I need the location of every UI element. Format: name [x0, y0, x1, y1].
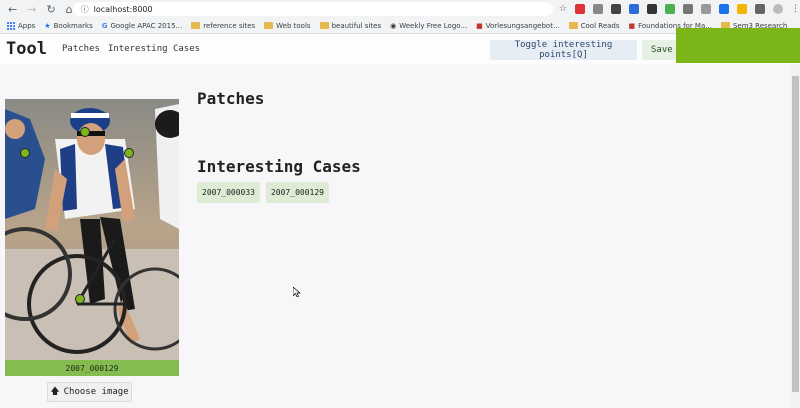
apps-grid-icon	[7, 21, 15, 30]
forward-icon[interactable]: →	[27, 3, 36, 16]
interesting-point-marker[interactable]	[75, 294, 85, 304]
cyclists-photo[interactable]	[5, 99, 179, 360]
extension-icon[interactable]	[629, 4, 639, 14]
nav-link-patches[interactable]: Patches	[62, 44, 100, 54]
extensions-bar: ☆ ⋮	[559, 4, 800, 14]
menu-kebab-icon[interactable]: ⋮	[791, 4, 800, 14]
folder-icon	[319, 22, 329, 29]
bookmark-label: Cool Reads	[580, 21, 620, 30]
choose-image-label: Choose image	[63, 387, 129, 397]
bookmark-star-icon[interactable]: ☆	[559, 4, 567, 14]
upload-icon: 🡅	[50, 387, 60, 397]
folder-icon	[191, 22, 201, 29]
brand-logo[interactable]: Tool	[6, 39, 54, 59]
patches-heading: Patches	[197, 89, 265, 108]
interesting-cases-heading: Interesting Cases	[197, 157, 361, 176]
extension-icon[interactable]	[683, 4, 693, 14]
bookmark-label: Google APAC 2015...	[110, 21, 183, 30]
extension-icon[interactable]	[665, 4, 675, 14]
star-icon: ★	[44, 21, 51, 30]
image-caption: 2007_000129	[5, 360, 179, 376]
bookmark-item[interactable]: beautiful sites	[319, 21, 382, 30]
site-icon: ■	[476, 21, 483, 30]
folder-icon	[568, 22, 578, 29]
image-card: 2007_000129	[5, 99, 179, 377]
extension-icon[interactable]	[755, 4, 765, 14]
mouse-cursor-icon	[293, 287, 301, 297]
bookmark-item[interactable]: Cool Reads	[568, 21, 620, 30]
extension-icon[interactable]	[593, 4, 603, 14]
folder-icon	[264, 22, 274, 29]
case-chip[interactable]: 2007_000033	[197, 182, 260, 203]
interesting-point-marker[interactable]	[20, 148, 30, 158]
bookmark-item[interactable]: ★ Bookmarks	[44, 22, 92, 30]
extension-icon[interactable]	[719, 4, 729, 14]
browser-nav: ← → ↻ ⌂	[0, 3, 73, 16]
url-text: localhost:8000	[93, 4, 153, 14]
bookmark-item[interactable]: ■ Vorlesungsangebot...	[476, 22, 560, 30]
interesting-cases-list: 2007_000033 2007_000129	[197, 182, 329, 203]
bookmark-label: reference sites	[203, 21, 256, 30]
avatar[interactable]	[773, 4, 783, 14]
bookmark-label: Weekly Free Logo...	[399, 21, 468, 30]
nav-link-interesting-cases[interactable]: Interesting Cases	[108, 44, 200, 54]
case-chip[interactable]: 2007_000129	[265, 182, 329, 203]
bookmark-label: Vorlesungsangebot...	[485, 21, 560, 30]
extension-icon[interactable]	[647, 4, 657, 14]
green-overlay-block	[676, 28, 800, 63]
back-icon[interactable]: ←	[8, 3, 17, 16]
bookmark-item[interactable]: G Google APAC 2015...	[102, 22, 183, 30]
extension-icon[interactable]	[737, 4, 747, 14]
bookmark-item[interactable]: Apps	[7, 21, 36, 30]
address-bar[interactable]: ⓘ localhost:8000	[72, 2, 553, 16]
extension-icon[interactable]	[575, 4, 585, 14]
toggle-interesting-points-button[interactable]: Toggle interesting points[Q]	[490, 40, 637, 60]
interesting-point-marker[interactable]	[80, 127, 90, 137]
bookmark-item[interactable]: reference sites	[191, 22, 255, 30]
bookmark-item[interactable]: ◉ Weekly Free Logo...	[390, 22, 467, 30]
google-icon: G	[101, 21, 108, 30]
interesting-point-marker[interactable]	[124, 148, 134, 158]
choose-image-button[interactable]: 🡅 Choose image	[47, 382, 132, 402]
site-icon: ■	[628, 21, 636, 30]
reload-icon[interactable]: ↻	[46, 3, 55, 16]
bookmark-label: Bookmarks	[53, 21, 93, 30]
scrollbar-thumb[interactable]	[792, 76, 799, 392]
bookmark-label: Apps	[18, 21, 36, 30]
extension-icon[interactable]	[611, 4, 621, 14]
browser-toolbar: ← → ↻ ⌂ ⓘ localhost:8000 ☆ ⋮	[0, 0, 800, 18]
bookmark-label: beautiful sites	[331, 21, 382, 30]
extension-icon[interactable]	[701, 4, 711, 14]
globe-icon: ◉	[390, 21, 397, 30]
bookmark-label: Web tools	[276, 21, 311, 30]
bookmark-item[interactable]: Web tools	[264, 21, 311, 30]
info-icon: ⓘ	[80, 4, 89, 14]
home-icon[interactable]: ⌂	[66, 3, 73, 16]
scrollbar[interactable]	[791, 64, 800, 408]
